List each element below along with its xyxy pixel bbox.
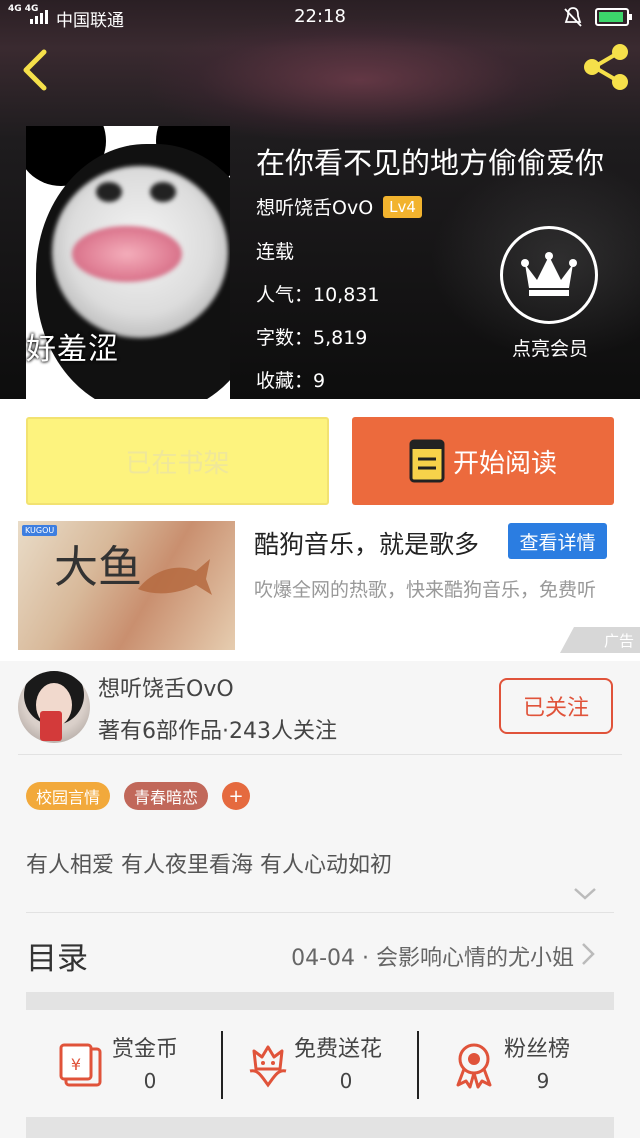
share-button[interactable] [580, 42, 632, 92]
book-intro: 有人相爱 有人夜里看海 有人心动如初 [26, 853, 392, 878]
vip-label: 点亮会员 [511, 338, 588, 360]
book-header: 4G 4G 中国联通 22:18 好羞涩 在你看不见的地方偷偷爱你 想听饶舌Ov… [0, 0, 640, 399]
ad-detail-button[interactable]: 查看详情 [508, 523, 607, 559]
ad-title: 酷狗音乐，就是歌多 [254, 530, 480, 559]
follow-button[interactable]: 已关注 [499, 678, 613, 734]
stat-value: 0 [339, 1069, 353, 1093]
expand-chevron-icon[interactable] [572, 886, 598, 902]
add-tag-button[interactable]: + [222, 782, 250, 810]
stat-name: 赏金币 [112, 1037, 179, 1062]
on-shelf-button[interactable]: 已在书架 [26, 417, 329, 505]
start-reading-button[interactable]: 开始阅读 [352, 417, 614, 505]
reward-coin-icon: ¥ [59, 1043, 102, 1087]
ad-image-text: 大鱼 [54, 542, 142, 593]
ad-description: 吹爆全网的热歌，快来酷狗音乐，免费听 [254, 579, 597, 601]
author-level-badge: Lv4 [383, 195, 422, 218]
book-author-name[interactable]: 想听饶舌OvO [256, 193, 373, 220]
action-bar: 已在书架 开始阅读 [0, 399, 640, 521]
section-gap [26, 992, 614, 1010]
author-name[interactable]: 想听饶舌OvO [98, 671, 234, 703]
author-avatar[interactable] [18, 671, 90, 743]
crown-icon [500, 226, 598, 324]
start-reading-label: 开始阅读 [452, 448, 557, 479]
cover-caption: 好羞涩 [26, 332, 119, 367]
popularity-count: 人气：10,831 [256, 284, 380, 306]
book-icon [409, 439, 445, 483]
ad-label: 广告 [560, 627, 640, 653]
ad-banner[interactable]: KUGOU 大鱼 酷狗音乐，就是歌多 查看详情 吹爆全网的热歌，快来酷狗音乐，免… [0, 521, 640, 661]
reward-coin-stat[interactable]: ¥ 赏金币 0 [58, 1031, 208, 1099]
book-details: 想听饶舌OvO 著有6部作品·243人关注 已关注 校园言情 青春暗恋 + 有人… [0, 661, 640, 1138]
divider [417, 1031, 419, 1099]
svg-text:¥: ¥ [71, 1055, 81, 1074]
chevron-right-icon [582, 943, 595, 965]
fan-ranking-icon [456, 1043, 492, 1089]
book-title: 在你看不见的地方偷偷爱你 [256, 146, 605, 180]
book-author-row: 想听饶舌OvO Lv4 [256, 193, 422, 220]
tag-youth-crush[interactable]: 青春暗恋 [124, 782, 209, 810]
free-flower-stat[interactable]: 免费送花 0 [244, 1031, 414, 1099]
stat-value: 9 [536, 1069, 550, 1093]
mute-bell-icon [564, 7, 582, 27]
fish-illustration [138, 559, 212, 595]
stat-value: 0 [143, 1069, 157, 1093]
vip-button[interactable]: 点亮会员 [500, 226, 600, 361]
section-gap [26, 1117, 614, 1138]
ad-image[interactable]: KUGOU 大鱼 [18, 521, 235, 650]
author-stats: 著有6部作品·243人关注 [98, 719, 337, 744]
ad-brand-logo: KUGOU [22, 525, 58, 536]
book-cover[interactable]: 好羞涩 [26, 126, 230, 399]
clock: 22:18 [294, 6, 346, 27]
divider [18, 754, 622, 755]
word-count: 字数：5,819 [256, 327, 368, 349]
status-bar: 4G 4G 中国联通 22:18 [0, 0, 640, 34]
fan-ranking-stat[interactable]: 粉丝榜 9 [450, 1031, 600, 1099]
divider [221, 1031, 223, 1099]
table-of-contents-row[interactable]: 目录 04-04 · 会影响心情的尤小姐 [26, 913, 614, 993]
stat-name: 粉丝榜 [504, 1037, 571, 1062]
favorites-count: 收藏：9 [256, 370, 326, 392]
latest-chapter: 04-04 · 会影响心情的尤小姐 [291, 946, 574, 971]
flower-icon [249, 1045, 287, 1088]
back-button[interactable] [14, 44, 58, 94]
battery-icon [595, 8, 632, 26]
toc-label: 目录 [26, 941, 88, 977]
serial-status: 连载 [256, 241, 295, 263]
tag-campus-romance[interactable]: 校园言情 [26, 782, 111, 810]
stat-name: 免费送花 [294, 1037, 383, 1062]
